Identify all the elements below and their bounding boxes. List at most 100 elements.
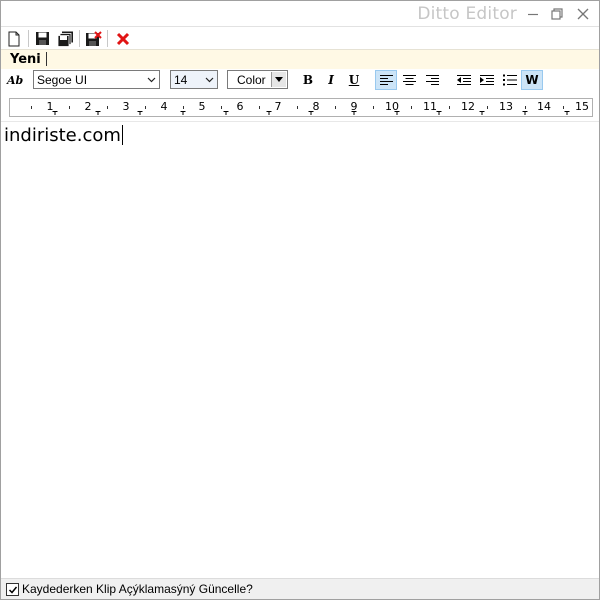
- minimize-icon: [528, 13, 538, 15]
- bullet-list-icon: [503, 74, 517, 86]
- ruler-number: 13: [499, 100, 513, 113]
- save-all-icon: [57, 31, 73, 47]
- color-label: Color: [237, 73, 266, 87]
- text-editor[interactable]: indiriste.com: [1, 121, 599, 578]
- ruler-tab-stop[interactable]: [351, 111, 357, 115]
- align-right-icon: [425, 75, 439, 85]
- ruler-number: 15: [575, 100, 589, 113]
- bold-button[interactable]: B: [297, 70, 319, 90]
- font-size-select[interactable]: 14: [170, 70, 218, 89]
- save-close-button[interactable]: [83, 29, 103, 48]
- ruler-tab-stop[interactable]: [95, 111, 101, 115]
- ruler-tick: [221, 106, 222, 109]
- new-document-icon: [8, 31, 20, 46]
- align-right-button[interactable]: [421, 70, 443, 90]
- ruler-tick: [145, 106, 146, 109]
- restore-icon: [551, 7, 563, 20]
- ruler-tick: [411, 106, 412, 109]
- status-bar: Kaydederken Klip Açýklamasýný Güncelle?: [1, 578, 599, 599]
- editor-window: Ditto Editor Yeni Ab Segoe UI 14 Color B…: [0, 0, 600, 600]
- ruler-tab-stop[interactable]: [522, 111, 528, 115]
- ruler-tick: [259, 106, 260, 109]
- outdent-button[interactable]: [453, 70, 475, 90]
- restore-button[interactable]: [545, 1, 569, 26]
- ruler-number: 3: [122, 100, 130, 113]
- font-family-select[interactable]: Segoe UI: [33, 70, 160, 89]
- format-toolbar: Ab Segoe UI 14 Color B I U W: [1, 69, 599, 94]
- red-x-icon: [116, 32, 130, 45]
- ruler-tick: [297, 106, 298, 109]
- ruler-number: 11: [423, 100, 437, 113]
- ruler-tab-stop[interactable]: [564, 111, 570, 115]
- ruler-tick: [31, 106, 32, 109]
- underline-button[interactable]: U: [343, 70, 365, 90]
- update-description-checkbox[interactable]: [6, 583, 19, 596]
- minimize-button[interactable]: [521, 1, 545, 26]
- align-center-icon: [402, 75, 416, 85]
- ruler-number: 14: [537, 100, 551, 113]
- close-window-button[interactable]: [571, 1, 595, 26]
- ruler-tab-stop[interactable]: [394, 111, 400, 115]
- font-size-value: 14: [174, 73, 188, 87]
- save-icon: [35, 32, 49, 45]
- title-bar[interactable]: Ditto Editor: [1, 1, 599, 26]
- color-select[interactable]: Color: [227, 70, 288, 89]
- ruler-tab-stop[interactable]: [180, 111, 186, 115]
- toolbar-separator: [107, 30, 108, 47]
- ruler-tick: [183, 106, 184, 109]
- ruler-tick: [525, 106, 526, 109]
- tab-divider: [46, 52, 47, 66]
- close-editor-button[interactable]: [113, 29, 133, 48]
- ruler-number: 5: [198, 100, 206, 113]
- word-wrap-button[interactable]: W: [521, 70, 543, 90]
- outdent-icon: [457, 75, 471, 85]
- editor-content[interactable]: indiriste.com: [4, 125, 123, 146]
- ruler-tick: [69, 106, 70, 109]
- indent-button[interactable]: [476, 70, 498, 90]
- update-description-label[interactable]: Kaydederken Klip Açýklamasýný Güncelle?: [22, 582, 253, 596]
- ruler-tick: [373, 106, 374, 109]
- ruler-number: 4: [160, 100, 168, 113]
- save-button[interactable]: [32, 29, 52, 48]
- save-close-icon: [85, 30, 102, 46]
- save-all-button[interactable]: [55, 29, 75, 48]
- editor-text: indiriste.com: [4, 125, 121, 146]
- align-center-button[interactable]: [398, 70, 420, 90]
- align-left-button[interactable]: [375, 70, 397, 90]
- ruler-number: 6: [236, 100, 244, 113]
- new-button[interactable]: [4, 29, 24, 48]
- ruler-number: 7: [274, 100, 282, 113]
- main-toolbar: [1, 26, 599, 50]
- tab-strip: Yeni: [1, 49, 599, 70]
- italic-button[interactable]: I: [320, 70, 342, 90]
- ruler-tick: [563, 106, 564, 109]
- ruler-tab-stop[interactable]: [223, 111, 229, 115]
- ruler-tab-stop[interactable]: [52, 111, 58, 115]
- chevron-down-icon: [147, 77, 156, 83]
- window-title: Ditto Editor: [417, 4, 517, 24]
- ruler[interactable]: 1 2 3 4 5 6 7 8 9 10 11 12 13 14 15: [9, 98, 593, 117]
- close-icon: [577, 8, 589, 19]
- tab-yeni[interactable]: Yeni: [10, 52, 41, 67]
- ruler-tab-stop[interactable]: [436, 111, 442, 115]
- checkmark-icon: [8, 586, 17, 594]
- ruler-number: 2: [84, 100, 92, 113]
- align-left-icon: [379, 75, 393, 85]
- ruler-tab-stop[interactable]: [137, 111, 143, 115]
- ruler-tab-stop[interactable]: [308, 111, 314, 115]
- font-style-icon: Ab: [7, 74, 24, 87]
- toolbar-separator: [28, 30, 29, 47]
- chevron-down-icon: [205, 77, 214, 83]
- ruler-tick: [335, 106, 336, 109]
- ruler-tick: [107, 106, 108, 109]
- indent-icon: [480, 75, 494, 85]
- color-dropdown-button[interactable]: [271, 72, 286, 87]
- triangle-down-icon: [275, 76, 283, 82]
- ruler-number: 12: [461, 100, 475, 113]
- bullets-button[interactable]: [499, 70, 521, 90]
- ruler-tick: [449, 106, 450, 109]
- ruler-tick: [487, 106, 488, 109]
- ruler-tab-stop[interactable]: [479, 111, 485, 115]
- ruler-tab-stop[interactable]: [266, 111, 271, 115]
- font-family-value: Segoe UI: [37, 73, 88, 87]
